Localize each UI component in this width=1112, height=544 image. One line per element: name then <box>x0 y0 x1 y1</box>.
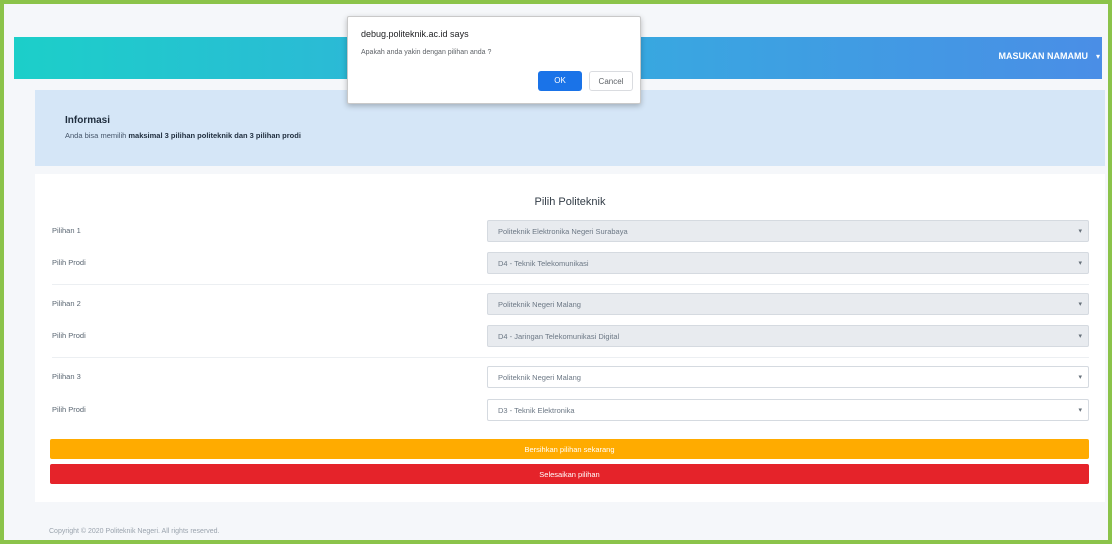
choice-3-label: Pilihan 3 <box>52 372 81 381</box>
dialog-origin: debug.politeknik.ac.id says <box>361 29 469 39</box>
info-text-prefix: Anda bisa memilih <box>65 131 129 140</box>
chevron-down-icon: ▾ <box>1078 333 1082 340</box>
info-title: Informasi <box>65 115 111 126</box>
chevron-down-icon: ▾ <box>1078 260 1082 267</box>
choice-2-prodi-select[interactable]: D4 - Jaringan Telekomunikasi Digital ▾ <box>487 325 1089 347</box>
user-menu[interactable]: MASUKAN NAMAMU <box>999 51 1089 61</box>
chevron-down-icon: ▾ <box>1078 407 1082 414</box>
choice-1-label: Pilihan 1 <box>52 226 81 235</box>
save-choices-button[interactable]: Selesaikan pilihan <box>50 464 1089 484</box>
footer-copyright: Copyright © 2020 Politeknik Negeri. All … <box>49 528 220 535</box>
selection-card: Pilih Politeknik Pilihan 1 Politeknik El… <box>35 174 1105 502</box>
choice-2-poltek-value: Politeknik Negeri Malang <box>498 300 581 309</box>
choice-3-poltek-value: Politeknik Negeri Malang <box>498 373 581 382</box>
chevron-down-icon[interactable]: ▾ <box>1096 52 1100 61</box>
choice-1-poltek-value: Politeknik Elektronika Negeri Surabaya <box>498 227 628 236</box>
choice-3-prodi-select[interactable]: D3 - Teknik Elektronika ▾ <box>487 399 1089 421</box>
choice-1-prodi-select[interactable]: D4 - Teknik Telekomunikasi ▾ <box>487 252 1089 274</box>
group-divider <box>52 284 1089 285</box>
dialog-cancel-button[interactable]: Cancel <box>589 71 633 91</box>
chevron-down-icon: ▾ <box>1078 228 1082 235</box>
choice-2-prodi-label: Pilih Prodi <box>52 331 86 340</box>
choice-3-poltek-select[interactable]: Politeknik Negeri Malang ▾ <box>487 366 1089 388</box>
choice-2-poltek-select[interactable]: Politeknik Negeri Malang ▾ <box>487 293 1089 315</box>
info-text-bold: maksimal 3 pilihan politeknik dan 3 pili… <box>128 131 301 140</box>
choice-2-prodi-value: D4 - Jaringan Telekomunikasi Digital <box>498 332 620 341</box>
chevron-down-icon: ▾ <box>1078 374 1082 381</box>
choice-1-prodi-value: D4 - Teknik Telekomunikasi <box>498 259 589 268</box>
choice-1-prodi-label: Pilih Prodi <box>52 258 86 267</box>
browser-viewport: MASUKAN NAMAMU ▾ Informasi Anda bisa mem… <box>0 0 1112 544</box>
choice-3-prodi-value: D3 - Teknik Elektronika <box>498 406 575 415</box>
choice-1-poltek-select[interactable]: Politeknik Elektronika Negeri Surabaya ▾ <box>487 220 1089 242</box>
page-title: Pilih Politeknik <box>534 196 606 208</box>
dialog-ok-button[interactable]: OK <box>538 71 582 91</box>
chevron-down-icon: ▾ <box>1078 301 1082 308</box>
dialog-message: Apakah anda yakin dengan pilihan anda ? <box>361 49 492 56</box>
choice-2-label: Pilihan 2 <box>52 299 81 308</box>
choice-3-prodi-label: Pilih Prodi <box>52 405 86 414</box>
reset-choices-button[interactable]: Bersihkan pilihan sekarang <box>50 439 1089 459</box>
group-divider <box>52 357 1089 358</box>
info-text: Anda bisa memilih maksimal 3 pilihan pol… <box>65 131 301 140</box>
confirm-dialog: debug.politeknik.ac.id says Apakah anda … <box>347 16 641 104</box>
